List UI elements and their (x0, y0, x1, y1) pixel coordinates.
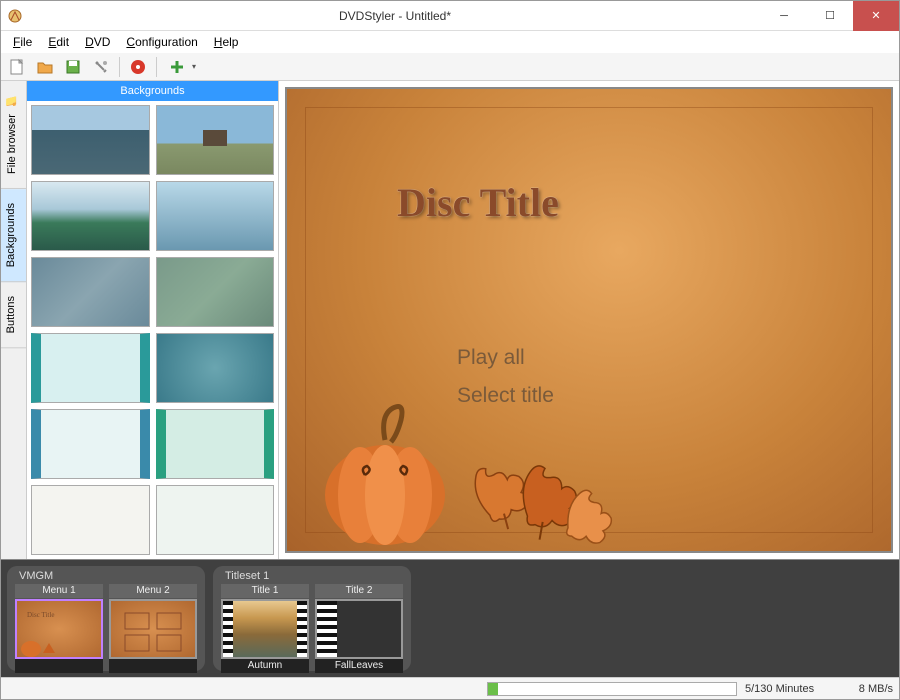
window-title: DVDStyler - Untitled* (29, 9, 761, 23)
toolbar (1, 53, 899, 81)
leaves-graphic (437, 417, 647, 553)
add-button[interactable] (163, 55, 199, 79)
progress-fill (488, 683, 498, 695)
minimize-button[interactable]: ─ (761, 1, 807, 31)
timeline-item-footer: FallLeaves (315, 659, 403, 673)
background-thumb[interactable] (156, 333, 275, 403)
timeline-item-header: Title 1 (221, 584, 309, 598)
film-sprocket-icon (297, 601, 307, 657)
timeline-item-title1[interactable]: Title 1 Autumn (221, 584, 309, 673)
menu-file[interactable]: File (5, 33, 40, 51)
timeline-thumb (109, 599, 197, 659)
tab-label: File browser (6, 114, 18, 174)
timeline-thumb (315, 599, 403, 659)
timeline[interactable]: VMGM Menu 1 Disc Title Menu 2 Titleset 1 (1, 559, 899, 677)
background-thumb[interactable] (31, 409, 150, 479)
backgrounds-panel: Backgrounds (27, 81, 279, 559)
bitrate-text: 8 MB/s (843, 683, 893, 695)
toolbar-separator (156, 57, 157, 77)
menu-configuration[interactable]: Configuration (118, 33, 205, 51)
timeline-item-header: Title 2 (315, 584, 403, 598)
timeline-item-title2[interactable]: Title 2 FallLeaves (315, 584, 403, 673)
timeline-thumb (221, 599, 309, 659)
menu-preview[interactable]: Disc Title Play all Select title (285, 87, 893, 553)
sidebar-tab-buttons[interactable]: Buttons (1, 282, 26, 348)
app-icon (7, 8, 23, 24)
menu-help[interactable]: Help (206, 33, 247, 51)
duration-text: 5/130 Minutes (745, 683, 835, 695)
sidebar-tab-file-browser[interactable]: File browser 📁 (1, 81, 26, 189)
menu-dvd[interactable]: DVD (77, 33, 118, 51)
timeline-group-titleset1: Titleset 1 Title 1 Autumn Title 2 FallLe (213, 566, 411, 671)
open-project-button[interactable] (33, 55, 57, 79)
timeline-item-menu2[interactable]: Menu 2 (109, 584, 197, 673)
menu-link-select-title[interactable]: Select title (457, 377, 554, 415)
timeline-item-menu1[interactable]: Menu 1 Disc Title (15, 584, 103, 673)
settings-button[interactable] (89, 55, 113, 79)
timeline-item-footer (109, 659, 197, 673)
backgrounds-grid (31, 105, 274, 555)
backgrounds-panel-header: Backgrounds (27, 81, 278, 101)
background-thumb[interactable] (31, 333, 150, 403)
timeline-group-vmgm: VMGM Menu 1 Disc Title Menu 2 (7, 566, 205, 671)
film-sprocket-icon (223, 601, 233, 657)
background-thumb[interactable] (31, 105, 150, 175)
menu-edit[interactable]: Edit (40, 33, 77, 51)
pumpkin-graphic (315, 400, 455, 545)
background-thumb[interactable] (156, 485, 275, 555)
timeline-item-header: Menu 1 (15, 584, 103, 598)
burn-disc-button[interactable] (126, 55, 150, 79)
menu-link-play-all[interactable]: Play all (457, 339, 554, 377)
timeline-thumb: Disc Title (15, 599, 103, 659)
menu-bar: File Edit DVD Configuration Help (1, 31, 899, 53)
tab-label: Buttons (5, 296, 17, 333)
timeline-group-label: Titleset 1 (221, 570, 403, 582)
film-sprocket-icon (327, 601, 337, 657)
toolbar-separator (119, 57, 120, 77)
main-area: File browser 📁 Backgrounds Buttons Backg… (1, 81, 899, 559)
background-thumb[interactable] (31, 485, 150, 555)
backgrounds-scroll[interactable] (27, 101, 278, 559)
timeline-item-footer (15, 659, 103, 673)
menu-links: Play all Select title (457, 339, 554, 415)
timeline-group-label: VMGM (15, 570, 197, 582)
disc-usage-progress (487, 682, 737, 696)
background-thumb[interactable] (156, 257, 275, 327)
maximize-button[interactable]: ☐ (807, 1, 853, 31)
timeline-item-footer: Autumn (221, 659, 309, 673)
title-bar: DVDStyler - Untitled* ─ ☐ ✕ (1, 1, 899, 31)
sidebar-tab-backgrounds[interactable]: Backgrounds (1, 189, 26, 282)
film-sprocket-icon (317, 601, 327, 657)
background-thumb[interactable] (156, 409, 275, 479)
background-thumb[interactable] (31, 181, 150, 251)
folder-icon: 📁 (5, 95, 17, 107)
timeline-item-header: Menu 2 (109, 584, 197, 598)
new-project-button[interactable] (5, 55, 29, 79)
status-bar: 5/130 Minutes 8 MB/s (1, 677, 899, 699)
sidebar-tabs: File browser 📁 Backgrounds Buttons (1, 81, 27, 559)
background-thumb[interactable] (156, 181, 275, 251)
disc-title-text[interactable]: Disc Title (397, 179, 559, 226)
window-controls: ─ ☐ ✕ (761, 1, 899, 31)
preview-area: Disc Title Play all Select title (279, 81, 899, 559)
tab-label: Backgrounds (5, 203, 17, 267)
background-thumb[interactable] (31, 257, 150, 327)
save-project-button[interactable] (61, 55, 85, 79)
background-thumb[interactable] (156, 105, 275, 175)
close-button[interactable]: ✕ (853, 1, 899, 31)
